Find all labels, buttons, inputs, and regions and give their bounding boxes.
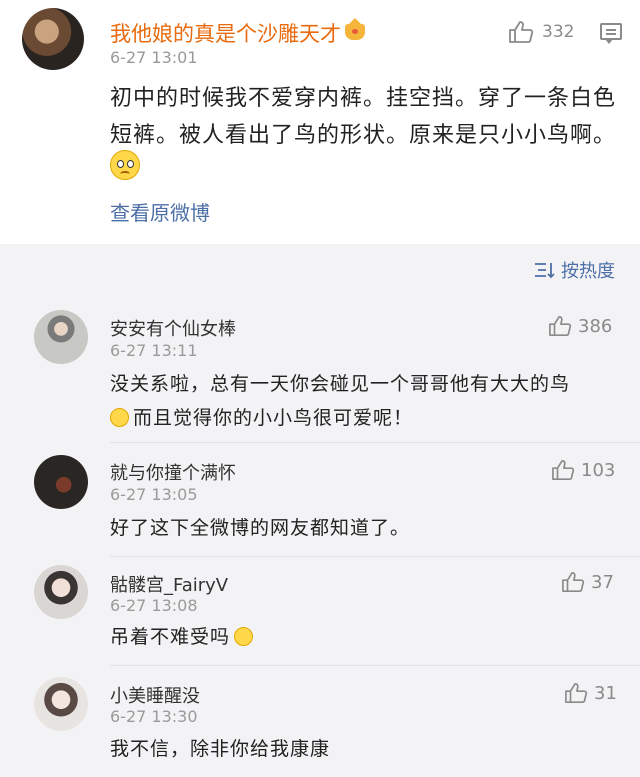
thumbs-up-icon xyxy=(565,683,588,703)
comment-like-count: 31 xyxy=(594,682,617,704)
thumbs-up-icon xyxy=(549,316,572,336)
comment-icon[interactable] xyxy=(600,23,622,44)
sort-icon xyxy=(535,263,555,279)
comment-text: 我不信，除非你给我康康 xyxy=(110,738,331,760)
emoji-icon xyxy=(110,408,129,427)
sort-label: 按热度 xyxy=(561,261,615,282)
post-username-row[interactable]: 我他娘的真是个沙雕天才 xyxy=(110,18,365,48)
post-time: 6-27 13:01 xyxy=(110,48,198,67)
sort-by-hot-button[interactable]: 按热度 xyxy=(534,257,615,283)
comment-like-button[interactable]: 31 xyxy=(564,682,617,704)
comment-avatar[interactable] xyxy=(34,310,88,364)
post-username[interactable]: 我他娘的真是个沙雕天才 xyxy=(110,22,341,46)
thumbs-up-icon xyxy=(552,460,575,480)
comment-item: 就与你撞个满怀 6-27 13:05 103 好了这下全微博的网友都知道了。 xyxy=(0,443,640,553)
comment-like-count: 386 xyxy=(578,315,613,337)
view-original-link[interactable]: 查看原微博 xyxy=(110,197,210,226)
comment-text-line-row: 而且觉得你的小小鸟很可爱呢！ xyxy=(110,401,625,435)
comment-time: 6-27 13:11 xyxy=(110,341,198,360)
post-text: 初中的时候我不爱穿内裤。挂空挡。穿了一条白色短裤。被人看出了鸟的形状。原来是只小… xyxy=(110,86,617,148)
post-like-count: 332 xyxy=(542,22,575,42)
thumbs-up-icon xyxy=(509,21,534,43)
comment-text: 好了这下全微博的网友都知道了。 xyxy=(110,517,411,539)
comment-username[interactable]: 就与你撞个满怀 xyxy=(110,459,236,485)
comment-text: 没关系啦，总有一天你会碰见一个哥哥他有大大的鸟 而且觉得你的小小鸟很可爱呢！ xyxy=(110,367,625,435)
comment-text-line: 而且觉得你的小小鸟很可爱呢！ xyxy=(133,407,414,429)
comment-avatar[interactable] xyxy=(34,455,88,509)
comment-text-row: 吊着不难受吗 xyxy=(110,620,625,654)
comment-time: 6-27 13:05 xyxy=(110,485,198,504)
comment-like-button[interactable]: 37 xyxy=(561,571,614,593)
comment-avatar[interactable] xyxy=(34,565,88,619)
comment-time: 6-27 13:08 xyxy=(110,596,198,615)
comment-item: 小美睡醒没 6-27 13:30 31 我不信，除非你给我康康 xyxy=(0,666,640,777)
thumbs-up-icon xyxy=(562,572,585,592)
comment-text-line: 没关系啦，总有一天你会碰见一个哥哥他有大大的鸟 xyxy=(110,373,571,395)
original-post: 我他娘的真是个沙雕天才 6-27 13:01 332 初中的时候我不爱穿内裤。挂… xyxy=(0,0,640,244)
comment-username[interactable]: 小美睡醒没 xyxy=(110,682,200,708)
comment-item: 骷髅宫_FairyV 6-27 13:08 37 吊着不难受吗 xyxy=(0,557,640,665)
comment-avatar[interactable] xyxy=(34,677,88,731)
sad-emoji-icon xyxy=(110,150,140,180)
comment-time: 6-27 13:30 xyxy=(110,707,198,726)
post-like-button[interactable]: 332 xyxy=(508,20,574,44)
crown-icon xyxy=(345,18,365,40)
comment-like-button[interactable]: 386 xyxy=(548,315,612,337)
comment-like-count: 37 xyxy=(591,571,614,593)
comment-item: 安安有个仙女棒 6-27 13:11 386 没关系啦，总有一天你会碰见一个哥哥… xyxy=(0,300,640,440)
post-avatar[interactable] xyxy=(22,8,84,70)
emoji-icon xyxy=(234,627,254,646)
comment-text: 吊着不难受吗 xyxy=(110,626,231,648)
comment-like-button[interactable]: 103 xyxy=(551,459,615,481)
comment-like-count: 103 xyxy=(581,459,616,481)
comment-username[interactable]: 安安有个仙女棒 xyxy=(110,315,236,341)
comment-username[interactable]: 骷髅宫_FairyV xyxy=(110,571,228,597)
